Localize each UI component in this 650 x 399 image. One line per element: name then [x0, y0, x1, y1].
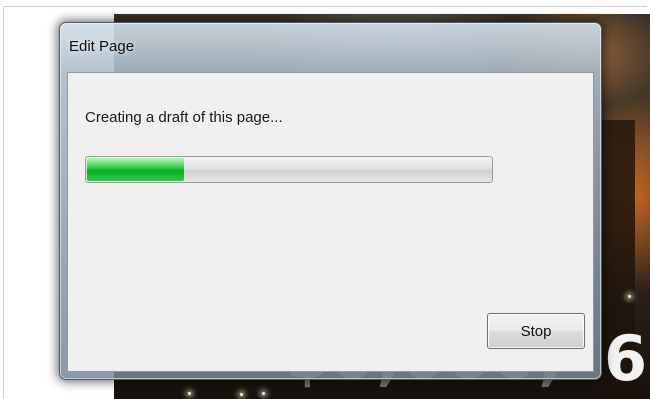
stop-button[interactable]: Stop: [487, 313, 585, 349]
dialog-title: Edit Page: [69, 38, 135, 55]
background-light: [262, 392, 265, 395]
background-light: [240, 393, 243, 396]
progress-bar: [85, 156, 493, 183]
progress-fill: [87, 158, 184, 181]
screen: $0,000, 6,1 Edit Page Creating a draft o…: [0, 0, 650, 399]
background-light: [188, 392, 191, 395]
background-light: [628, 295, 631, 298]
status-text: Creating a draft of this page...: [85, 109, 283, 126]
dialog-content: Creating a draft of this page... Stop: [67, 72, 594, 372]
background-amount-tail: 6,1: [604, 322, 650, 395]
edit-page-dialog: Edit Page Creating a draft of this page.…: [59, 22, 602, 380]
